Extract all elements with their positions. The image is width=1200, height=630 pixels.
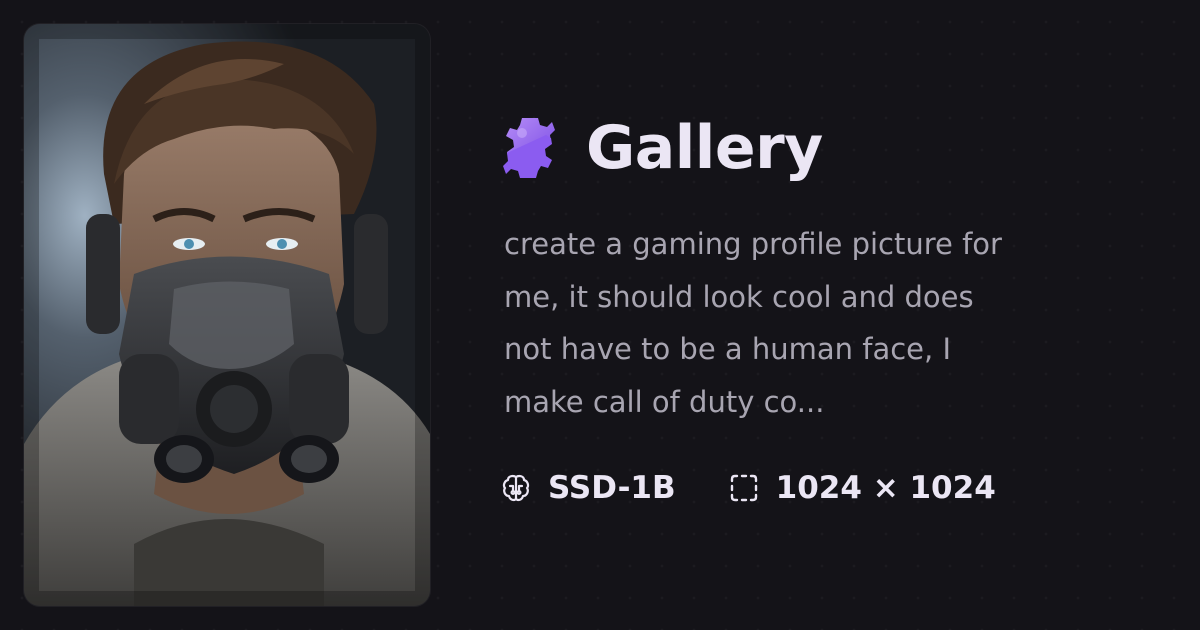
- prompt-line: make call of duty co...: [504, 384, 825, 419]
- size-label: 1024 × 1024: [775, 470, 996, 506]
- brain-icon: [502, 474, 530, 502]
- image-prompt: create a gaming profile picture for me, …: [504, 218, 1104, 428]
- page-title: Gallery: [586, 113, 823, 183]
- model-info: SSD-1B: [500, 470, 676, 506]
- prompt-line: create a gaming profile picture for: [504, 227, 1002, 261]
- size-info: 1024 × 1024: [728, 470, 996, 506]
- generated-image-card[interactable]: [24, 24, 430, 606]
- header: Gallery: [502, 114, 823, 182]
- prompt-line: me, it should look cool and does: [504, 279, 974, 314]
- prompt-line: not have to be a human face, I: [504, 332, 952, 366]
- gas-mask-portrait-image: [24, 24, 430, 606]
- image-metadata: SSD-1B 1024 × 1024: [500, 468, 996, 508]
- dashed-square-icon: [730, 474, 757, 502]
- bolt-gear-logo-icon: [503, 118, 555, 178]
- model-label: SSD-1B: [548, 470, 676, 506]
